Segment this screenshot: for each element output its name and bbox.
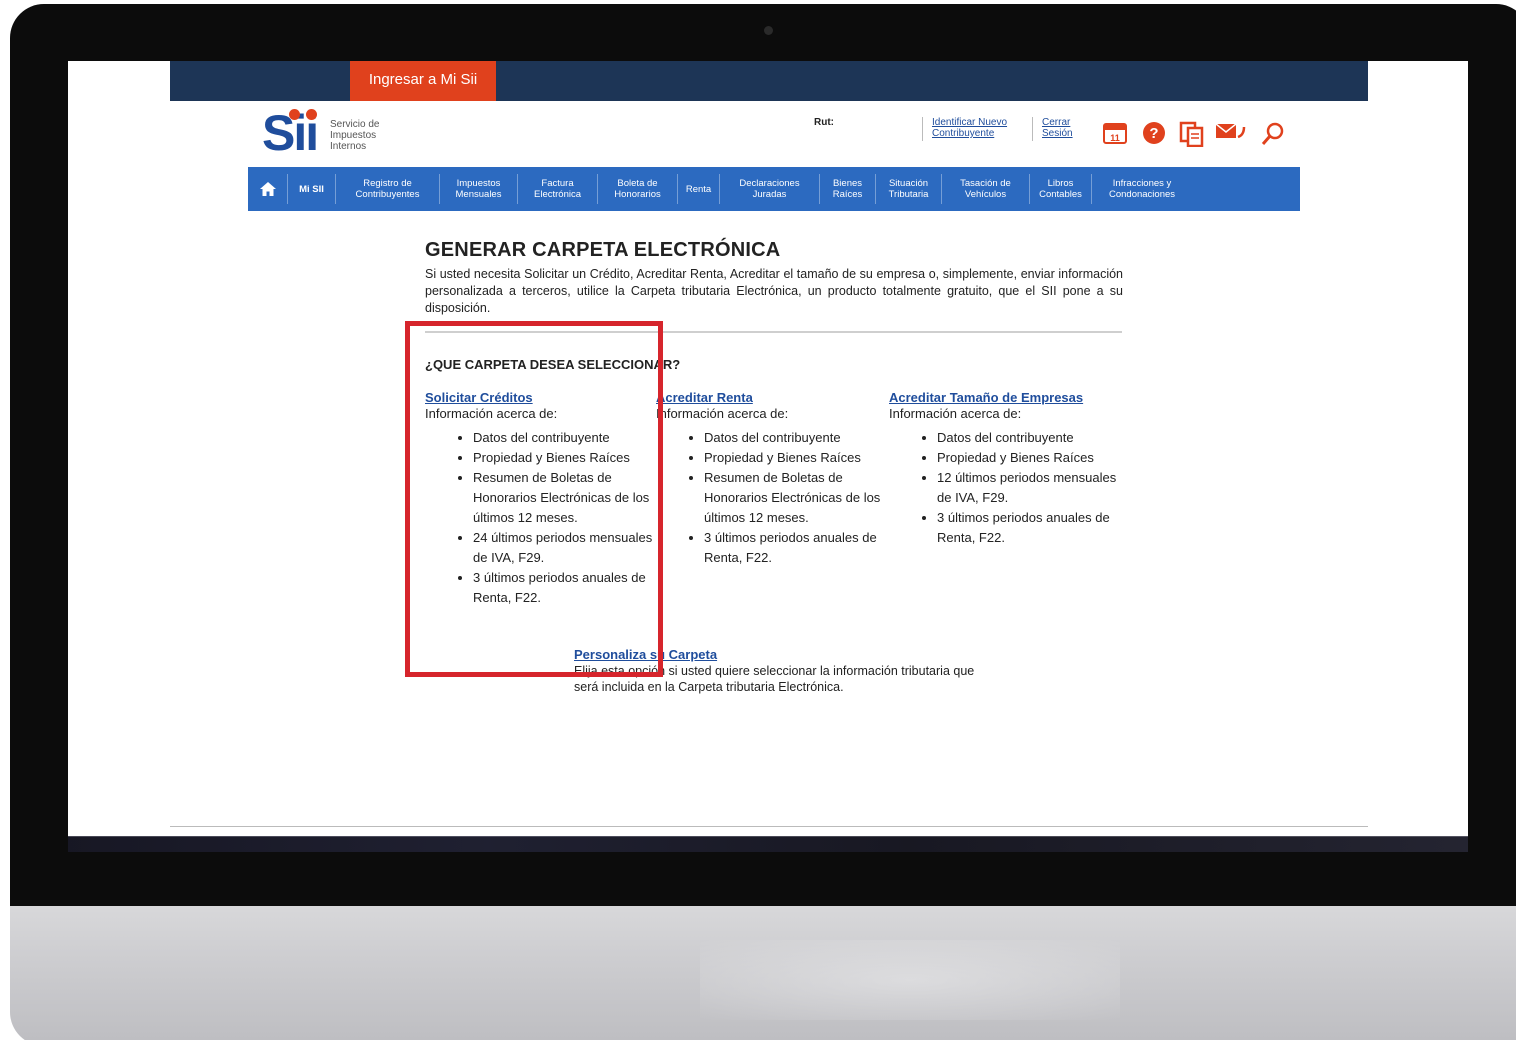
nav-infracciones-condonaciones[interactable]: Infracciones y Condonaciones xyxy=(1092,174,1192,204)
header-separator xyxy=(922,117,923,141)
acreditar-renta-link[interactable]: Acreditar Renta xyxy=(656,390,886,406)
sii-logo[interactable]: Sii Servicio de Impuestos Internos xyxy=(262,107,402,159)
nav-registro-contribuyentes[interactable]: Registro de Contribuyentes xyxy=(336,174,440,204)
list-item: Propiedad y Bienes Raíces xyxy=(704,448,886,468)
main-content: GENERAR CARPETA ELECTRÓNICA Si usted nec… xyxy=(425,239,1125,317)
footer-line xyxy=(170,826,1368,827)
nav-declaraciones-juradas[interactable]: Declaraciones Juradas xyxy=(720,174,820,204)
intro-text: Si usted necesita Solicitar un Crédito, … xyxy=(425,267,1123,315)
top-bar: Ingresar a Mi Sii xyxy=(170,61,1368,101)
screen-bottom-edge xyxy=(68,836,1468,852)
option-list: Datos del contribuyente Propiedad y Bien… xyxy=(889,428,1119,548)
list-item: 12 últimos periodos mensuales de IVA, F2… xyxy=(937,468,1119,508)
search-icon[interactable] xyxy=(1260,121,1284,145)
option-list: Datos del contribuyente Propiedad y Bien… xyxy=(656,428,886,568)
nav-libros-contables[interactable]: Libros Contables xyxy=(1030,174,1092,204)
page-title: GENERAR CARPETA ELECTRÓNICA xyxy=(425,239,781,261)
screen: Ingresar a Mi Sii Sii Servicio de Impues… xyxy=(68,61,1468,837)
option-subtitle: Información acerca de: xyxy=(656,406,789,421)
help-icon[interactable]: ? xyxy=(1142,121,1166,145)
acreditar-tamano-link[interactable]: Acreditar Tamaño de Empresas xyxy=(889,390,1119,406)
nav-renta[interactable]: Renta xyxy=(678,174,720,204)
list-item: Datos del contribuyente xyxy=(937,428,1119,448)
mail-icon[interactable] xyxy=(1214,121,1246,145)
svg-text:?: ? xyxy=(1149,125,1158,142)
nav-boleta-honorarios[interactable]: Boleta de Honorarios xyxy=(598,174,678,204)
option-acreditar-tamano: Acreditar Tamaño de Empresas Información… xyxy=(889,390,1119,548)
list-item: Propiedad y Bienes Raíces xyxy=(937,448,1119,468)
option-acreditar-renta: Acreditar Renta Información acerca de: D… xyxy=(656,390,886,568)
logo-text: Servicio de Impuestos Internos xyxy=(330,119,380,152)
login-button[interactable]: Ingresar a Mi Sii xyxy=(350,61,496,101)
calendar-icon[interactable]: 11 xyxy=(1102,121,1127,145)
list-item: Datos del contribuyente xyxy=(704,428,886,448)
chin-shine xyxy=(700,940,1120,1020)
list-item: 3 últimos periodos anuales de Renta, F22… xyxy=(937,508,1119,548)
rut-label: Rut: xyxy=(814,117,834,128)
nav-impuestos-mensuales[interactable]: Impuestos Mensuales xyxy=(440,174,518,204)
identify-taxpayer-link[interactable]: Identificar Nuevo Contribuyente xyxy=(932,117,1024,139)
option-subtitle: Información acerca de: xyxy=(889,406,1022,421)
nav-tasacion-vehiculos[interactable]: Tasación de Vehículos xyxy=(942,174,1030,204)
logout-link[interactable]: Cerrar Sesión xyxy=(1042,117,1082,139)
nav-home[interactable] xyxy=(248,174,288,204)
home-icon xyxy=(259,182,276,196)
list-item: Resumen de Boletas de Honorarios Electró… xyxy=(704,468,886,528)
nav-mi-sii[interactable]: Mi SII xyxy=(288,174,336,204)
nav-factura-electronica[interactable]: Factura Electrónica xyxy=(518,174,598,204)
main-navigation: Mi SII Registro de Contribuyentes Impues… xyxy=(248,167,1300,211)
header-separator xyxy=(1032,117,1033,141)
nav-situacion-tributaria[interactable]: Situación Tributaria xyxy=(876,174,942,204)
documents-icon[interactable] xyxy=(1178,121,1204,148)
nav-bienes-raices[interactable]: Bienes Raíces xyxy=(820,174,876,204)
camera-icon xyxy=(764,26,773,35)
logo-dot-icon xyxy=(289,109,300,120)
calendar-day: 11 xyxy=(1110,133,1120,143)
highlight-box xyxy=(405,321,663,677)
list-item: 3 últimos periodos anuales de Renta, F22… xyxy=(704,528,886,568)
logo-dot-icon xyxy=(306,109,317,120)
